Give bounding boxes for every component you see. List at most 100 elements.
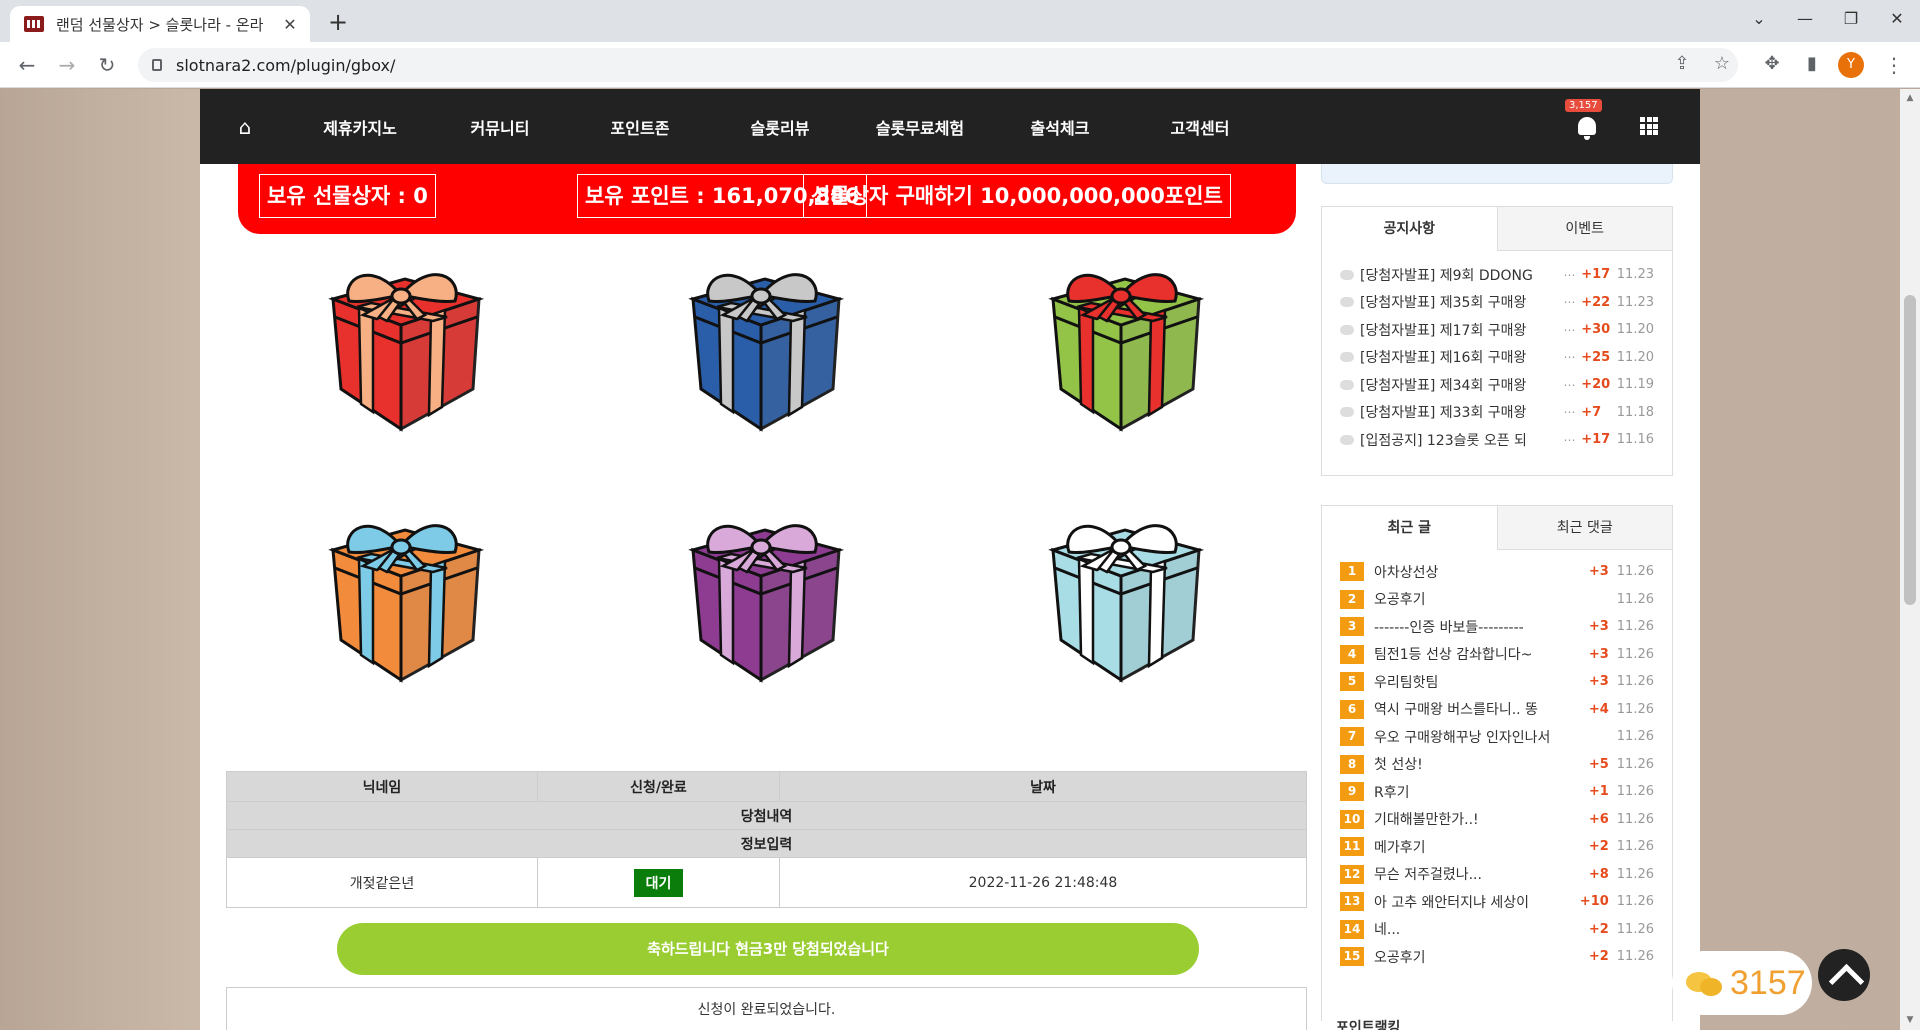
tab-event[interactable]: 이벤트: [1497, 207, 1672, 251]
gift-box-lightblue[interactable]: [1041, 510, 1211, 688]
post-title[interactable]: 네...: [1374, 919, 1579, 939]
post-title[interactable]: 무슨 저주걸렸나...: [1374, 864, 1579, 884]
comment-count: +25: [1581, 349, 1611, 365]
list-item[interactable]: 3 -------인증 바보들--------- +3 11.26: [1340, 613, 1654, 641]
share-icon[interactable]: ⇪: [1666, 48, 1698, 80]
minimize-button[interactable]: —: [1782, 0, 1828, 38]
table-row: 개젖같은년 대기 2022-11-26 21:48:48: [226, 857, 1307, 908]
list-item[interactable]: 1 아차상선상 +3 11.26: [1340, 558, 1654, 586]
gift-box-banner: 보유 선물상자 : 0 보유 포인트 : 161,070,886 선물상자 구매…: [238, 164, 1296, 234]
post-title[interactable]: 메가후기: [1374, 837, 1579, 857]
notice-title[interactable]: [당첨자발표] 제9회 DDONG: [1360, 265, 1563, 285]
post-title[interactable]: 오공후기: [1374, 589, 1579, 609]
nav-item-attendance[interactable]: 출석체크: [990, 115, 1130, 139]
scrollbar-thumb[interactable]: [1904, 295, 1916, 605]
ellipsis-icon: ⋯: [1563, 405, 1576, 420]
list-item[interactable]: 12 무슨 저주걸렸나... +8 11.26: [1340, 861, 1654, 889]
post-date: 11.26: [1616, 646, 1654, 662]
post-title[interactable]: R후기: [1374, 782, 1579, 802]
list-item[interactable]: 5 우리팀핫팀 +3 11.26: [1340, 668, 1654, 696]
scroll-up-arrow-icon[interactable]: ▲: [1900, 93, 1920, 103]
rank-badge: 5: [1340, 672, 1364, 692]
browser-tab[interactable]: 랜덤 선물상자 > 슬롯나라 - 온라 ✕: [10, 6, 310, 42]
tab-recent-posts[interactable]: 최근 글: [1322, 506, 1498, 550]
browser-menu-icon[interactable]: ⋮: [1884, 50, 1904, 80]
close-window-button[interactable]: ✕: [1874, 0, 1920, 38]
post-title[interactable]: 기대해볼만한가..!: [1374, 809, 1579, 829]
nav-item-affiliate-casino[interactable]: 제휴카지노: [290, 115, 430, 139]
post-title[interactable]: 아차상선상: [1374, 562, 1579, 582]
tab-recent-comments[interactable]: 최근 댓글: [1497, 506, 1672, 550]
buy-gift-box-button[interactable]: 선물상자 구매하기 10,000,000,000포인트: [803, 174, 1231, 218]
list-item[interactable]: 7 우오 구매왕해꾸낭 인자인나서 11.26: [1340, 723, 1654, 751]
rank-badge: 6: [1340, 699, 1364, 719]
restore-button[interactable]: ❐: [1828, 0, 1874, 38]
list-item[interactable]: 9 R후기 +1 11.26: [1340, 778, 1654, 806]
request-complete-text: 신청이 완료되었습니다.: [226, 987, 1307, 1030]
close-tab-icon[interactable]: ✕: [280, 15, 300, 34]
post-title[interactable]: 우리팀핫팀: [1374, 672, 1579, 692]
home-icon[interactable]: ⌂: [200, 115, 290, 139]
nav-item-point-zone[interactable]: 포인트존: [570, 115, 710, 139]
list-item[interactable]: 8 첫 선상! +5 11.26: [1340, 751, 1654, 779]
list-item[interactable]: [입점공지] 123슬롯 오픈 되 ⋯ +17 11.16: [1340, 426, 1654, 454]
notice-title[interactable]: [입점공지] 123슬롯 오픈 되: [1360, 430, 1563, 450]
list-item[interactable]: [당첨자발표] 제16회 구매왕 ⋯ +25 11.20: [1340, 344, 1654, 372]
profile-avatar[interactable]: Y: [1838, 52, 1864, 78]
list-item[interactable]: 11 메가후기 +2 11.26: [1340, 833, 1654, 861]
forward-arrow-icon[interactable]: →: [52, 50, 82, 80]
list-item[interactable]: 14 네... +2 11.26: [1340, 916, 1654, 944]
scroll-down-arrow-icon[interactable]: ▼: [1900, 1015, 1920, 1025]
list-item[interactable]: [당첨자발표] 제33회 구매왕 ⋯ +7 11.18: [1340, 399, 1654, 427]
notification-bell-icon[interactable]: 3,157: [1565, 99, 1602, 140]
gift-box-blue[interactable]: [681, 259, 851, 437]
address-bar[interactable]: slotnara2.com/plugin/gbox/: [138, 48, 1738, 82]
gift-box-orange[interactable]: [321, 510, 491, 688]
page-scrollbar[interactable]: ▲ ▼: [1900, 89, 1920, 1030]
point-ranking-title: 포인트랭킹: [1336, 1020, 1401, 1030]
apps-grid-icon[interactable]: [1640, 117, 1658, 135]
post-title[interactable]: 오공후기: [1374, 947, 1579, 967]
new-tab-button[interactable]: +: [324, 8, 352, 36]
reload-icon[interactable]: ↻: [92, 50, 122, 80]
chat-count-button[interactable]: 3157: [1672, 951, 1812, 1015]
list-item[interactable]: 4 팀전1등 선상 감솨합니다~ +3 11.26: [1340, 641, 1654, 669]
post-title[interactable]: 아 고추 왜안터지냐 세상이: [1374, 892, 1579, 912]
rank-badge: 8: [1340, 754, 1364, 774]
nav-item-support[interactable]: 고객센터: [1130, 115, 1270, 139]
post-title[interactable]: 역시 구매왕 버스를타니.. 똥: [1374, 699, 1579, 719]
side-panel-icon[interactable]: ▮: [1796, 48, 1828, 80]
gift-box-red[interactable]: [321, 259, 491, 437]
bookmark-star-icon[interactable]: ☆: [1706, 48, 1738, 80]
list-item[interactable]: 2 오공후기 11.26: [1340, 586, 1654, 614]
post-title[interactable]: 팀전1등 선상 감솨합니다~: [1374, 644, 1579, 664]
list-item[interactable]: [당첨자발표] 제34회 구매왕 ⋯ +20 11.19: [1340, 371, 1654, 399]
list-item[interactable]: [당첨자발표] 제35회 구매왕 ⋯ +22 11.23: [1340, 289, 1654, 317]
extensions-puzzle-icon[interactable]: ✥: [1756, 48, 1788, 80]
gift-box-purple[interactable]: [681, 510, 851, 688]
tab-notice[interactable]: 공지사항: [1322, 207, 1498, 251]
post-date: 11.26: [1616, 619, 1654, 635]
notice-title[interactable]: [당첨자발표] 제17회 구매왕: [1360, 320, 1563, 340]
list-item[interactable]: 13 아 고추 왜안터지냐 세상이 +10 11.26: [1340, 888, 1654, 916]
nav-item-free-slot[interactable]: 슬롯무료체험: [850, 115, 990, 139]
nav-item-community[interactable]: 커뮤니티: [430, 115, 570, 139]
notice-title[interactable]: [당첨자발표] 제33회 구매왕: [1360, 402, 1563, 422]
notice-title[interactable]: [당첨자발표] 제34회 구매왕: [1360, 375, 1563, 395]
list-item[interactable]: 15 오공후기 +2 11.26: [1340, 943, 1654, 971]
list-item[interactable]: [당첨자발표] 제9회 DDONG ⋯ +17 11.23: [1340, 261, 1654, 289]
list-item[interactable]: [당첨자발표] 제17회 구매왕 ⋯ +30 11.20: [1340, 316, 1654, 344]
notice-title[interactable]: [당첨자발표] 제16회 구매왕: [1360, 347, 1563, 367]
notice-title[interactable]: [당첨자발표] 제35회 구매왕: [1360, 292, 1563, 312]
list-item[interactable]: 10 기대해볼만한가..! +6 11.26: [1340, 806, 1654, 834]
gift-box-green[interactable]: [1041, 259, 1211, 437]
scroll-to-top-button[interactable]: [1818, 949, 1870, 1001]
list-item[interactable]: 6 역시 구매왕 버스를타니.. 똥 +4 11.26: [1340, 696, 1654, 724]
nav-item-slot-review[interactable]: 슬롯리뷰: [710, 115, 850, 139]
back-arrow-icon[interactable]: ←: [12, 50, 42, 80]
post-title[interactable]: -------인증 바보들---------: [1374, 617, 1579, 637]
tab-search-icon[interactable]: ⌄: [1736, 0, 1782, 38]
post-title[interactable]: 첫 선상!: [1374, 754, 1579, 774]
post-title[interactable]: 우오 구매왕해꾸낭 인자인나서: [1374, 727, 1579, 747]
col-status: 신청/완료: [537, 771, 780, 802]
